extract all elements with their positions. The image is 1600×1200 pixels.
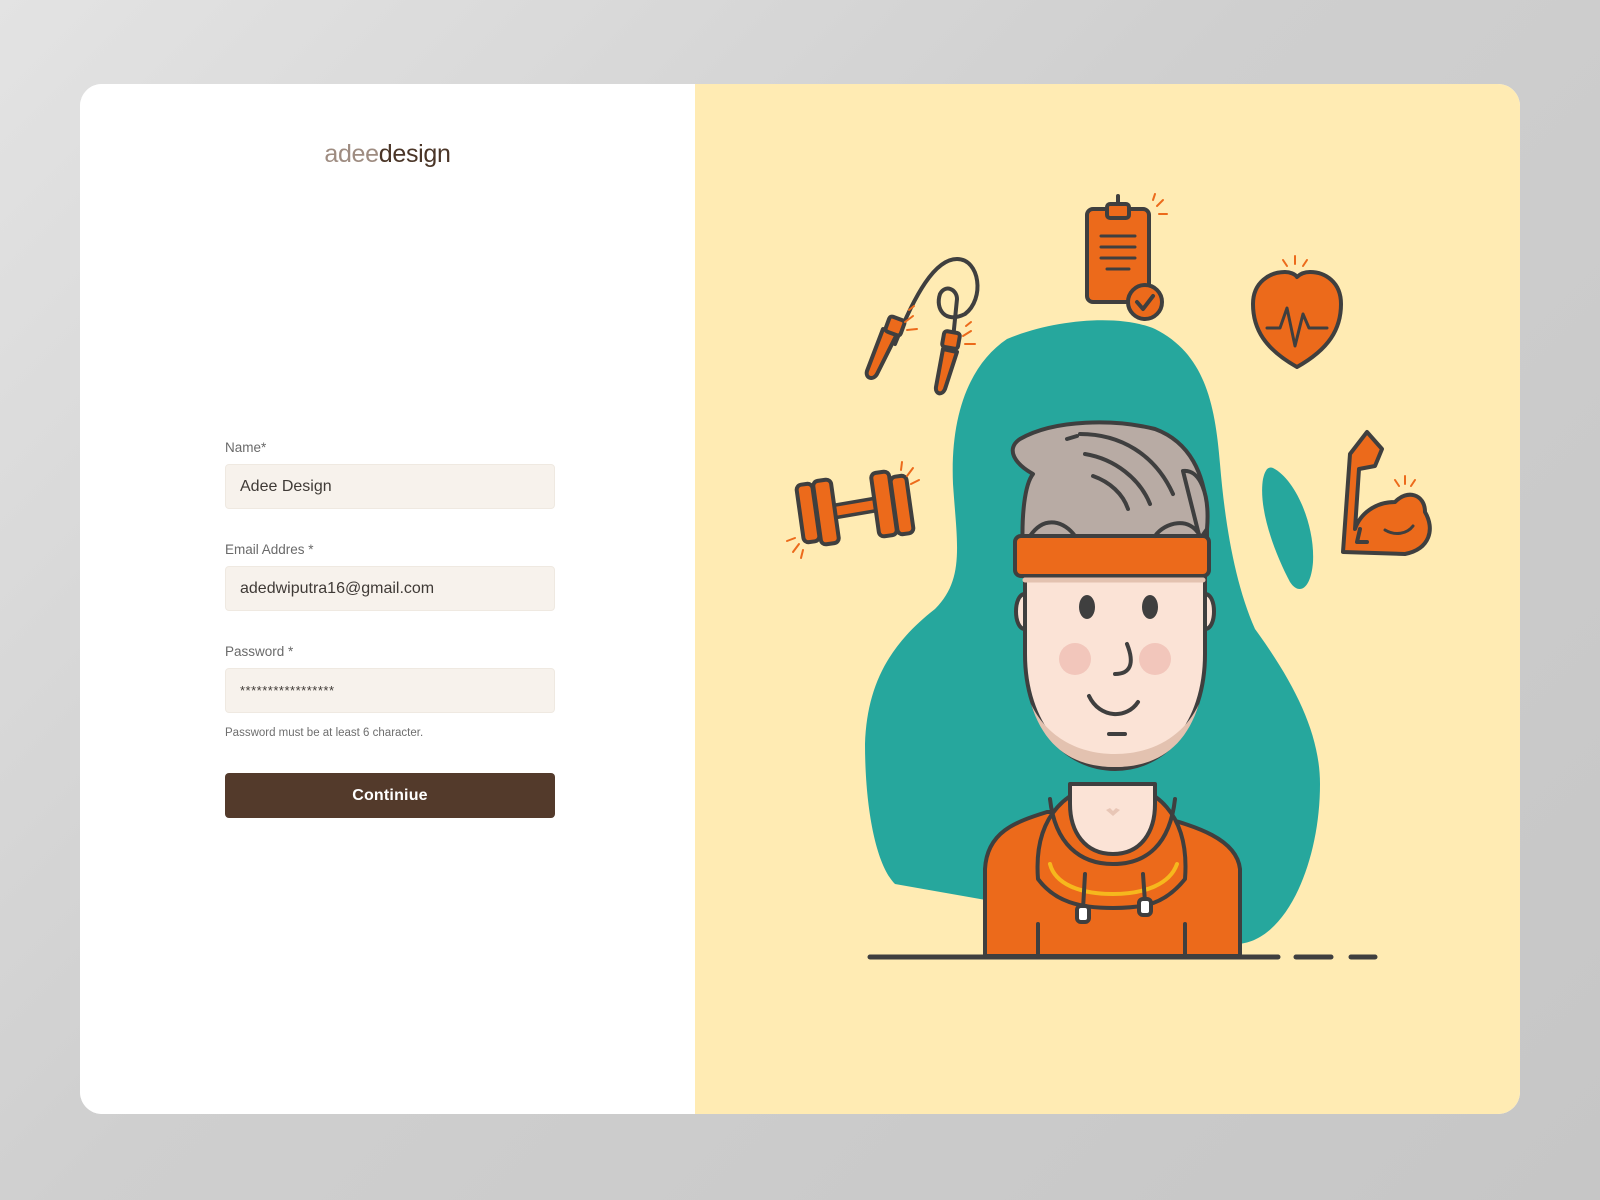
cheek-right xyxy=(1139,643,1171,675)
signup-form: Name* Email Addres * Password * Password… xyxy=(225,439,555,818)
teal-drop xyxy=(1262,467,1314,590)
illustration-panel xyxy=(695,84,1520,1114)
logo-dark-text: design xyxy=(378,140,451,168)
drawstring-left xyxy=(1081,872,1087,911)
jump-rope-icon xyxy=(864,257,980,396)
fitness-illustration xyxy=(786,193,1432,960)
cheek-left xyxy=(1059,643,1091,675)
email-label: Email Addres * xyxy=(225,542,314,557)
brand-logo: adeedesign xyxy=(80,142,695,167)
eye-left xyxy=(1079,595,1095,619)
name-label: Name* xyxy=(225,440,267,455)
signup-card: adeedesign Name* Email Addres * Password… xyxy=(80,84,1520,1114)
flexed-arm-icon xyxy=(1341,430,1432,556)
clipboard-check-icon xyxy=(1085,193,1168,321)
password-label: Password * xyxy=(225,644,294,659)
drawstring-right-tip xyxy=(1137,897,1153,917)
email-field[interactable] xyxy=(225,566,555,611)
logo-light-text: adee xyxy=(324,140,379,168)
dumbbell-icon xyxy=(786,461,920,559)
form-panel: adeedesign Name* Email Addres * Password… xyxy=(80,84,695,1114)
drawstring-left-tip xyxy=(1075,904,1091,924)
continue-button[interactable]: Continiue xyxy=(225,773,555,818)
password-hint: Password must be at least 6 character. xyxy=(225,727,424,739)
password-field[interactable] xyxy=(225,668,555,713)
heart-rate-icon xyxy=(1251,255,1343,369)
neck xyxy=(1068,782,1157,856)
name-field[interactable] xyxy=(225,464,555,509)
eye-right xyxy=(1142,595,1158,619)
headband xyxy=(1013,534,1211,578)
